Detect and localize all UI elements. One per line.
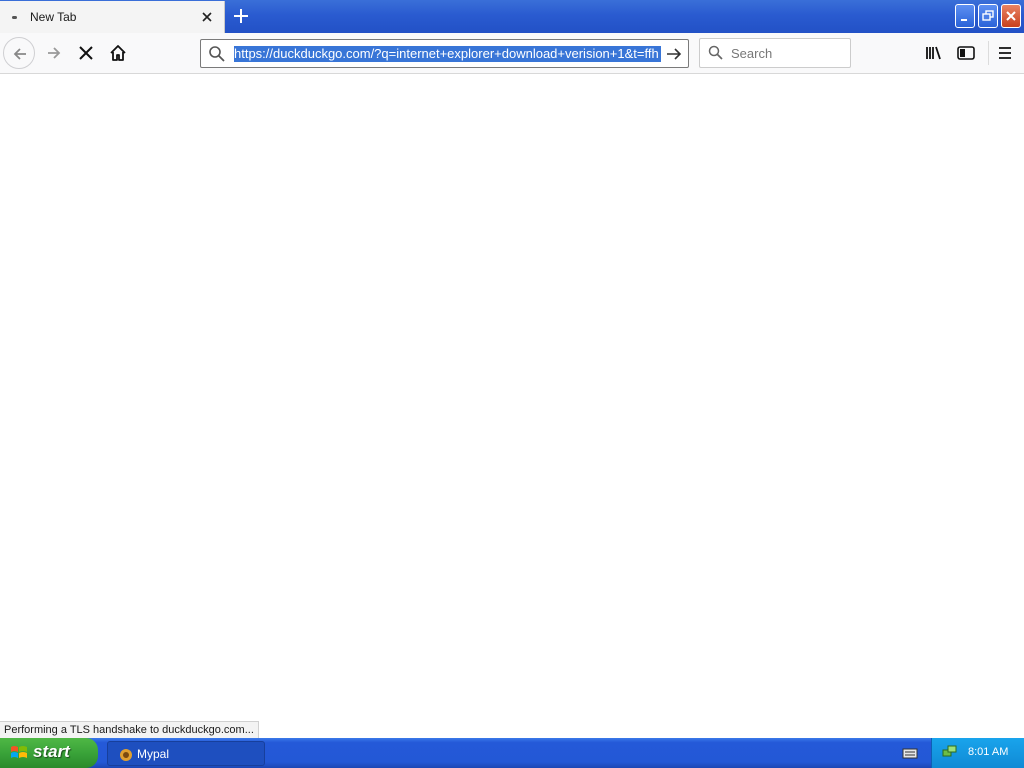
clock: 8:01 AM: [968, 746, 1009, 758]
keyboard-icon[interactable]: [902, 746, 918, 763]
network-icon[interactable]: [942, 744, 958, 763]
url-bar[interactable]: https://duckduckgo.com/?q=internet+explo…: [200, 39, 689, 68]
navigation-toolbar: https://duckduckgo.com/?q=internet+explo…: [0, 33, 1024, 74]
sidebar-icon[interactable]: [954, 41, 978, 65]
system-tray: 8:01 AM: [931, 738, 1024, 768]
search-input[interactable]: Search: [699, 38, 851, 68]
taskbar-item-label: Mypal: [137, 747, 170, 761]
search-placeholder: Search: [731, 46, 773, 61]
tab-new-tab[interactable]: New Tab: [0, 1, 225, 33]
hamburger-menu-icon[interactable]: [993, 41, 1017, 65]
start-label: start: [33, 742, 70, 761]
app-icon: [118, 747, 134, 766]
taskbar-item-mypal[interactable]: Mypal: [107, 741, 265, 766]
home-icon[interactable]: [102, 37, 134, 69]
tab-favicon-icon: [12, 16, 17, 19]
library-icon[interactable]: [922, 41, 946, 65]
status-text: Performing a TLS handshake to duckduckgo…: [0, 721, 259, 739]
stop-icon[interactable]: [70, 37, 102, 69]
tab-close-icon[interactable]: [200, 10, 214, 24]
url-text[interactable]: https://duckduckgo.com/?q=internet+explo…: [234, 46, 661, 62]
go-arrow-icon[interactable]: [665, 45, 683, 66]
minimize-icon[interactable]: [955, 4, 975, 28]
taskbar: start Mypal 8:01 AM: [0, 738, 1024, 768]
tab-strip: New Tab: [0, 0, 1024, 33]
window-close-icon[interactable]: [1001, 4, 1021, 28]
search-icon: [208, 45, 226, 66]
start-button[interactable]: start: [0, 738, 98, 768]
back-arrow-icon[interactable]: [3, 37, 35, 69]
windows-flag-icon: [10, 744, 28, 762]
toolbar-separator: [988, 41, 989, 65]
page-content: [0, 74, 1024, 721]
new-tab-plus-icon[interactable]: [231, 6, 251, 26]
search-icon: [708, 45, 724, 64]
restore-icon[interactable]: [978, 4, 998, 28]
forward-arrow-icon[interactable]: [38, 37, 70, 69]
tab-title: New Tab: [30, 10, 77, 24]
